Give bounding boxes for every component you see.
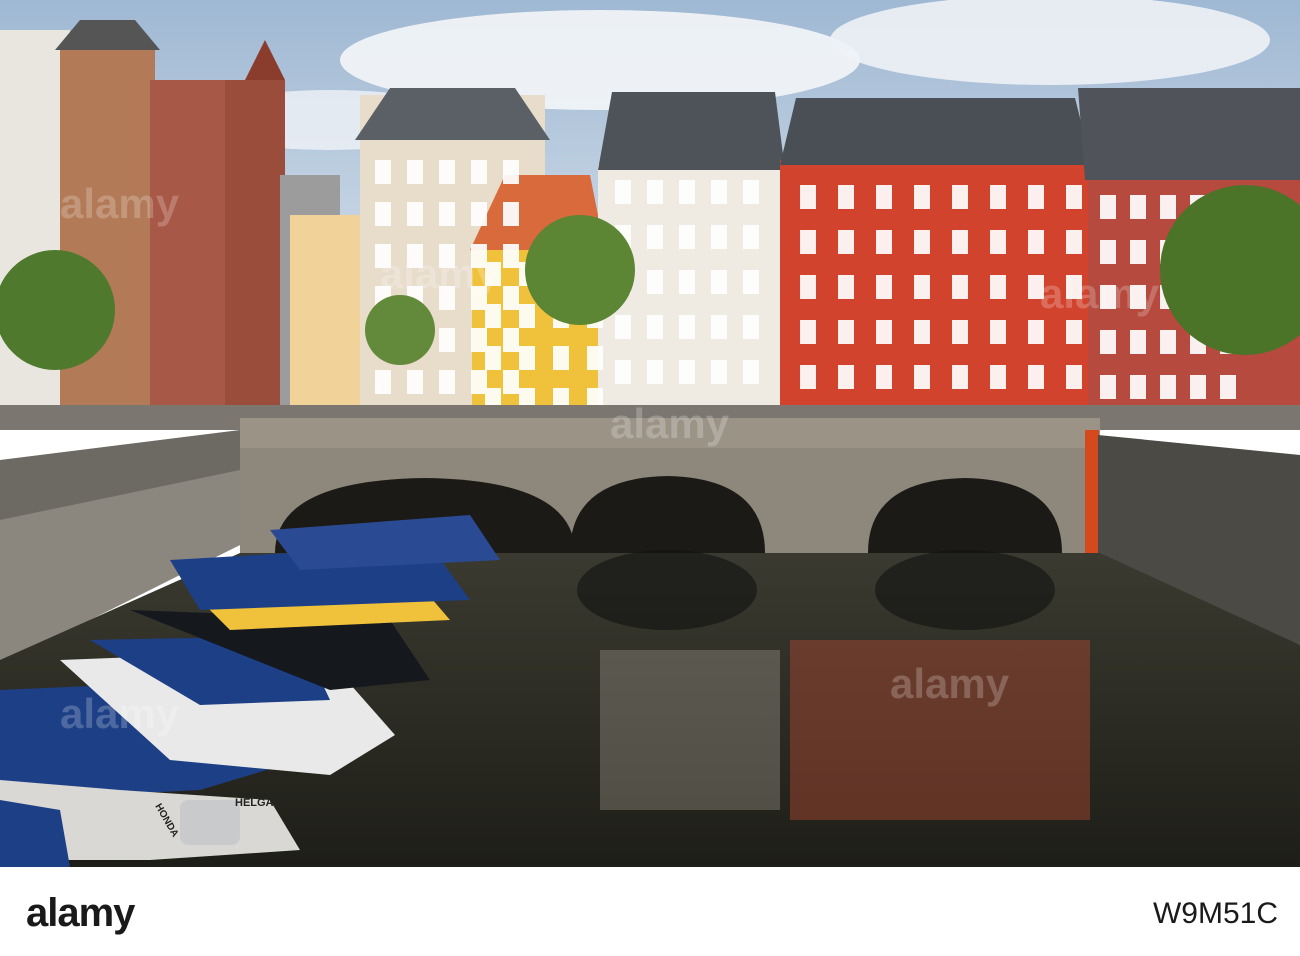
image-id: W9M51C [1152, 897, 1278, 930]
watermark: alamy [1040, 270, 1160, 317]
watermark-layer: alamy alamy alamy alamy alamy alamy [0, 0, 1300, 867]
alamy-logo[interactable]: alamy [26, 891, 135, 936]
logo-text: alamy [26, 891, 135, 935]
watermark: alamy [380, 250, 500, 297]
watermark: alamy [890, 660, 1010, 707]
watermark: alamy [60, 690, 180, 737]
watermark: alamy [610, 400, 730, 447]
watermark: alamy [60, 180, 180, 227]
footer-bar [0, 867, 1300, 956]
